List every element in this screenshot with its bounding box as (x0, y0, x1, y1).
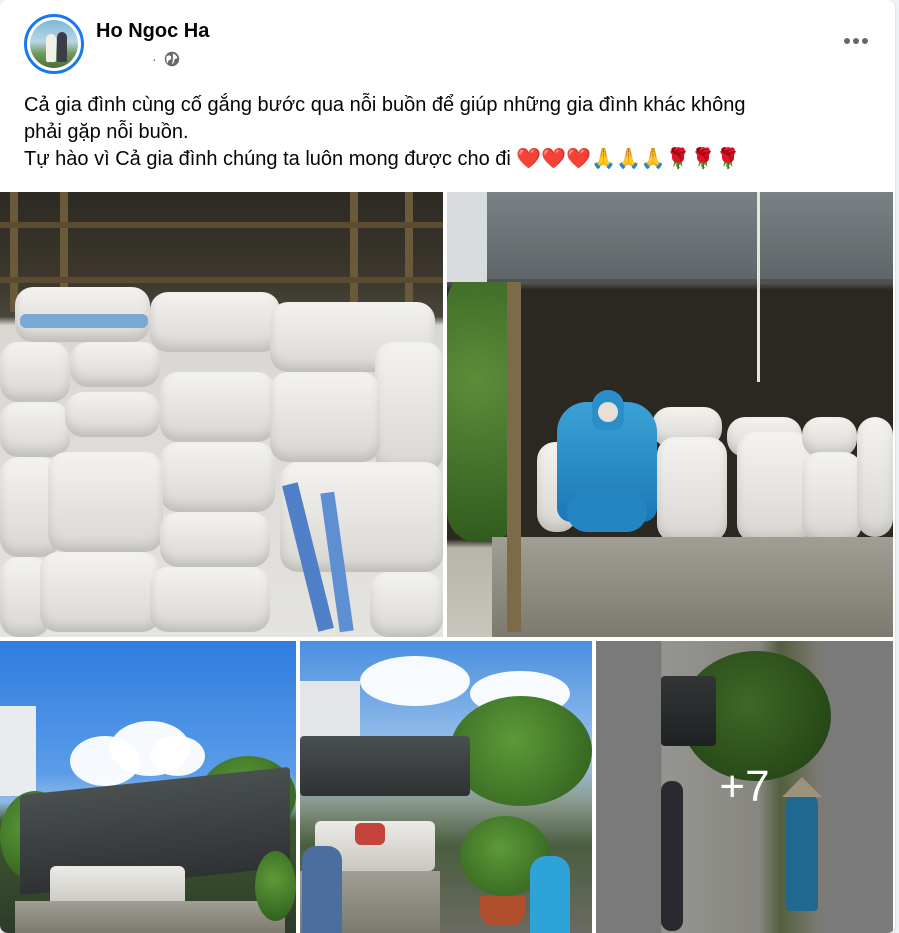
photo-rice-bags[interactable] (0, 192, 443, 637)
post-text-line: Cả gia đình cùng cố gắng bước qua nỗi bu… (24, 94, 746, 116)
meta-separator: · (152, 51, 157, 67)
globe-icon[interactable] (163, 50, 181, 68)
post-text: Cả gia đình cùng cố gắng bước qua nỗi bu… (24, 92, 874, 173)
photo-person-on-truck[interactable] (447, 192, 893, 637)
more-photos-overlay[interactable]: +7 (596, 641, 893, 933)
more-options-icon[interactable] (838, 26, 874, 56)
post-card: Ho Ngoc Ha · Cả gia đình cùng cố gắng bư… (0, 0, 895, 933)
photo-trucks-sky[interactable] (0, 641, 296, 933)
photo-truck-loading[interactable] (300, 641, 592, 933)
photo-more[interactable]: +7 (596, 641, 893, 933)
post-text-line: Tự hào vì Cả gia đình chúng ta luôn mong… (24, 148, 741, 170)
more-photos-count: +7 (719, 762, 770, 811)
post-header: Ho Ngoc Ha · (24, 14, 874, 76)
photo-gallery: +7 (0, 192, 895, 933)
author-name[interactable]: Ho Ngoc Ha (96, 20, 209, 43)
avatar-image (30, 20, 78, 68)
avatar[interactable] (24, 14, 84, 74)
post-text-line: phải gặp nỗi buồn. (24, 121, 189, 143)
post-meta: · (152, 50, 181, 68)
